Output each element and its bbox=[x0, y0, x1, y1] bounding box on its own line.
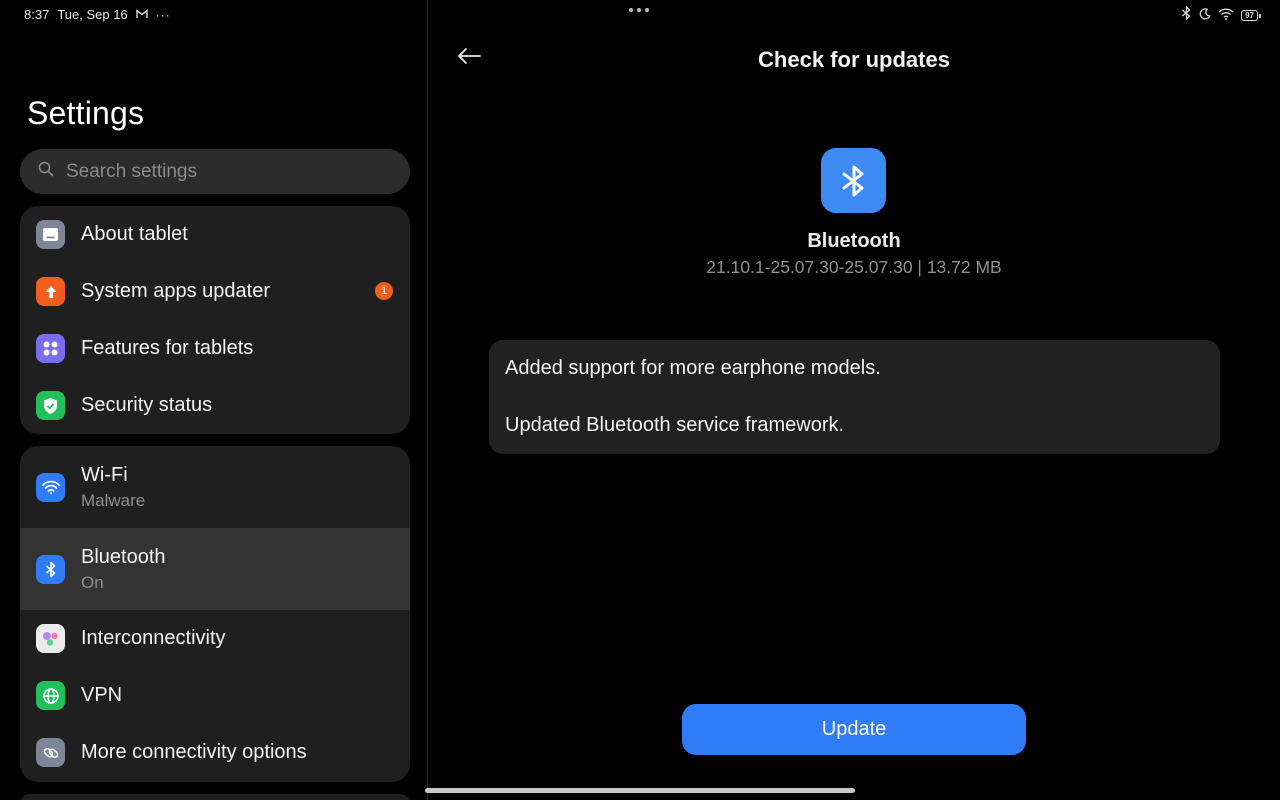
sidebar-item-security-status[interactable]: Security status bbox=[20, 377, 410, 434]
settings-group-next bbox=[20, 794, 410, 800]
update-count-badge: 1 bbox=[375, 282, 393, 300]
sidebar-item-label: Bluetooth bbox=[81, 545, 166, 568]
sidebar-item-bluetooth[interactable]: Bluetooth On bbox=[20, 528, 410, 610]
tablet-icon bbox=[36, 220, 65, 249]
sidebar-item-interconnectivity[interactable]: Interconnectivity bbox=[20, 610, 410, 667]
release-notes-card: Added support for more earphone models. … bbox=[489, 340, 1220, 454]
battery-indicator: 97 bbox=[1241, 10, 1261, 21]
sidebar-item-features-for-tablets[interactable]: Features for tablets bbox=[20, 320, 410, 377]
app-name: Bluetooth bbox=[807, 230, 901, 252]
sidebar-item-wifi[interactable]: Wi-Fi Malware bbox=[20, 446, 410, 528]
sidebar-item-label: Wi-Fi bbox=[81, 463, 128, 486]
link-icon bbox=[36, 738, 65, 767]
sidebar-item-about-tablet[interactable]: About tablet bbox=[20, 206, 410, 263]
search-bar[interactable] bbox=[20, 149, 410, 194]
sidebar-item-label: Features for tablets bbox=[81, 337, 254, 359]
app-version-size: 21.10.1-25.07.30-25.07.30 | 13.72 MB bbox=[706, 257, 1002, 277]
sidebar-item-label: More connectivity options bbox=[81, 741, 307, 763]
settings-sidebar: Settings About tablet System apps update… bbox=[0, 0, 427, 800]
search-icon bbox=[38, 161, 54, 182]
search-input[interactable] bbox=[66, 160, 366, 183]
sidebar-item-more-connectivity[interactable]: More connectivity options bbox=[20, 724, 410, 781]
four-dots-icon bbox=[36, 334, 65, 363]
shield-check-icon bbox=[36, 391, 65, 420]
do-not-disturb-icon bbox=[1199, 7, 1211, 25]
status-bar-right: 97 bbox=[1181, 5, 1261, 25]
wifi-network-name: Malware bbox=[81, 490, 146, 510]
release-note: Added support for more earphone models. bbox=[505, 357, 881, 379]
settings-title: Settings bbox=[27, 95, 145, 131]
sidebar-item-system-apps-updater[interactable]: System apps updater 1 bbox=[20, 263, 410, 320]
pane-divider bbox=[427, 0, 428, 800]
sidebar-item-label: VPN bbox=[81, 684, 123, 706]
wifi-status-icon bbox=[1218, 7, 1234, 25]
bluetooth-icon bbox=[36, 554, 65, 584]
sidebar-item-vpn[interactable]: VPN bbox=[20, 667, 410, 724]
interconnect-icon bbox=[36, 624, 65, 653]
bluetooth-status-icon bbox=[1181, 5, 1192, 25]
arrow-up-icon bbox=[36, 277, 65, 306]
sidebar-item-label: Security status bbox=[81, 394, 213, 416]
bluetooth-state: On bbox=[81, 572, 104, 592]
multitask-handle[interactable] bbox=[629, 8, 649, 12]
bluetooth-app-icon bbox=[821, 148, 886, 213]
update-button[interactable]: Update bbox=[682, 704, 1026, 755]
settings-group-connectivity: Wi-Fi Malware Bluetooth On Interconnecti… bbox=[20, 446, 410, 782]
sidebar-item-label: Interconnectivity bbox=[81, 627, 226, 649]
settings-group-device: About tablet System apps updater 1 Featu… bbox=[20, 206, 410, 434]
sidebar-item-label: About tablet bbox=[81, 223, 188, 245]
wifi-icon bbox=[36, 472, 65, 502]
sidebar-item-label: System apps updater bbox=[81, 280, 270, 302]
globe-icon bbox=[36, 681, 65, 710]
release-note: Updated Bluetooth service framework. bbox=[505, 414, 845, 436]
page-title: Check for updates bbox=[758, 47, 950, 72]
home-indicator[interactable] bbox=[425, 788, 855, 793]
